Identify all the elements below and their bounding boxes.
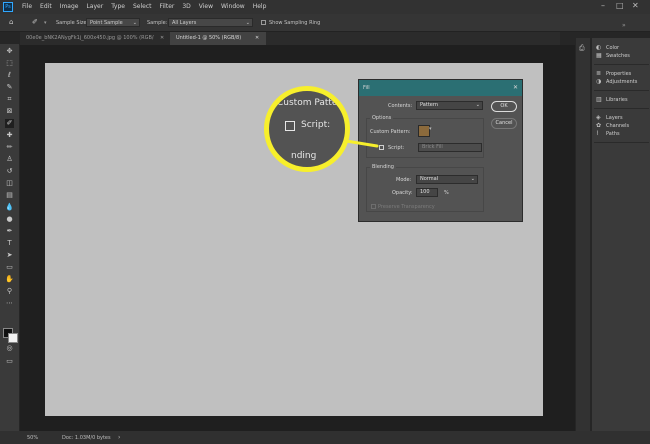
- document-info[interactable]: Doc: 1.03M/0 bytes: [62, 435, 111, 441]
- magnified-script-checkbox: [285, 121, 295, 131]
- magnified-custom-pattern-label: Custom Pattern: [277, 98, 347, 108]
- zoom-callout-magnifier: Custom Pattern Script: nding: [264, 86, 350, 172]
- callout-connector: [338, 138, 379, 148]
- status-bar: 50% Doc: 1.03M/0 bytes ›: [0, 431, 650, 444]
- zoom-level[interactable]: 50%: [27, 435, 38, 441]
- magnified-blending-label: nding: [291, 151, 317, 161]
- magnified-script-label: Script:: [301, 120, 331, 130]
- status-menu-chevron-icon[interactable]: ›: [118, 434, 120, 441]
